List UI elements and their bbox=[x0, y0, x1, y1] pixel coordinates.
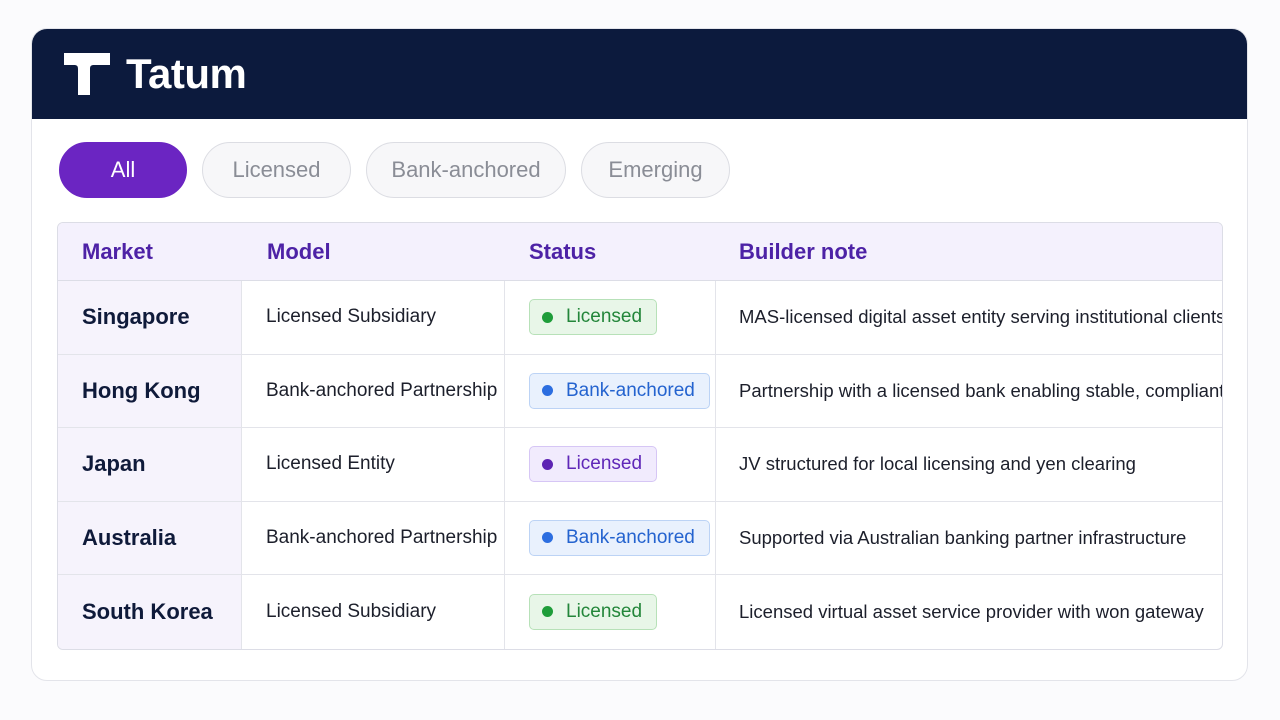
filter-bar: All Licensed Bank-anchored Emerging bbox=[59, 142, 730, 198]
tatum-logo-icon bbox=[64, 53, 110, 95]
note-cell: Licensed virtual asset service provider … bbox=[739, 600, 1204, 622]
status-cell: Bank-anchored bbox=[505, 501, 716, 574]
status-badge: Licensed bbox=[529, 299, 658, 336]
model-cell: Bank-anchored Partnership bbox=[242, 354, 505, 427]
table-row: Japan Licensed Entity Licensed JV struct… bbox=[58, 428, 1222, 502]
app-name: Tatum bbox=[126, 50, 247, 97]
note-cell: Partnership with a licensed bank enablin… bbox=[739, 379, 1222, 401]
column-header-status: Status bbox=[529, 238, 597, 264]
status-dot-icon bbox=[542, 606, 553, 618]
table-row: Hong Kong Bank-anchored Partnership Bank… bbox=[58, 354, 1222, 428]
status-cell: Licensed bbox=[505, 428, 716, 501]
column-header-market: Market bbox=[82, 238, 153, 264]
market-cell: South Korea bbox=[58, 575, 242, 649]
status-label: Bank-anchored bbox=[566, 379, 695, 401]
table-row: Australia Bank-anchored Partnership Bank… bbox=[58, 501, 1222, 575]
model-cell: Licensed Subsidiary bbox=[242, 575, 505, 649]
table-header: Market Model Status Builder note bbox=[58, 223, 1222, 281]
status-badge: Bank-anchored bbox=[529, 519, 710, 556]
status-cell: Bank-anchored bbox=[505, 354, 716, 427]
status-badge: Licensed bbox=[529, 593, 658, 630]
market-cell: Singapore bbox=[58, 281, 242, 354]
status-label: Licensed bbox=[566, 453, 643, 475]
status-badge: Bank-anchored bbox=[529, 372, 710, 409]
status-label: Licensed bbox=[566, 306, 643, 328]
markets-card: Tatum All Licensed Bank-anchored Emergin… bbox=[31, 28, 1248, 681]
market-cell: Japan bbox=[58, 428, 242, 501]
filter-emerging-button[interactable]: Emerging bbox=[581, 142, 730, 198]
status-cell: Licensed bbox=[505, 575, 716, 649]
filter-bank-anchored-button[interactable]: Bank-anchored bbox=[366, 142, 566, 198]
status-dot-icon bbox=[542, 532, 553, 544]
column-header-model: Model bbox=[267, 238, 331, 264]
market-cell: Hong Kong bbox=[58, 354, 242, 427]
status-badge: Licensed bbox=[529, 446, 658, 483]
status-dot-icon bbox=[542, 385, 553, 397]
market-cell: Australia bbox=[58, 501, 242, 574]
column-header-builder-note: Builder note bbox=[739, 238, 868, 264]
model-cell: Licensed Subsidiary bbox=[242, 281, 505, 354]
model-cell: Licensed Entity bbox=[242, 428, 505, 501]
table-row: South Korea Licensed Subsidiary Licensed… bbox=[58, 575, 1222, 649]
status-label: Bank-anchored bbox=[566, 526, 695, 548]
app-header: Tatum bbox=[32, 29, 1247, 119]
model-cell: Bank-anchored Partnership bbox=[242, 501, 505, 574]
status-dot-icon bbox=[542, 311, 553, 323]
note-cell: MAS-licensed digital asset entity servin… bbox=[739, 306, 1222, 328]
status-dot-icon bbox=[542, 458, 553, 470]
table-row: Singapore Licensed Subsidiary Licensed M… bbox=[58, 281, 1222, 355]
note-cell: JV structured for local licensing and ye… bbox=[739, 453, 1136, 475]
status-cell: Licensed bbox=[505, 281, 716, 354]
filter-all-button[interactable]: All bbox=[59, 142, 187, 198]
status-label: Licensed bbox=[566, 600, 643, 622]
note-cell: Supported via Australian banking partner… bbox=[739, 526, 1187, 548]
filter-licensed-button[interactable]: Licensed bbox=[202, 142, 351, 198]
markets-table: Market Model Status Builder note Singapo… bbox=[57, 222, 1223, 650]
